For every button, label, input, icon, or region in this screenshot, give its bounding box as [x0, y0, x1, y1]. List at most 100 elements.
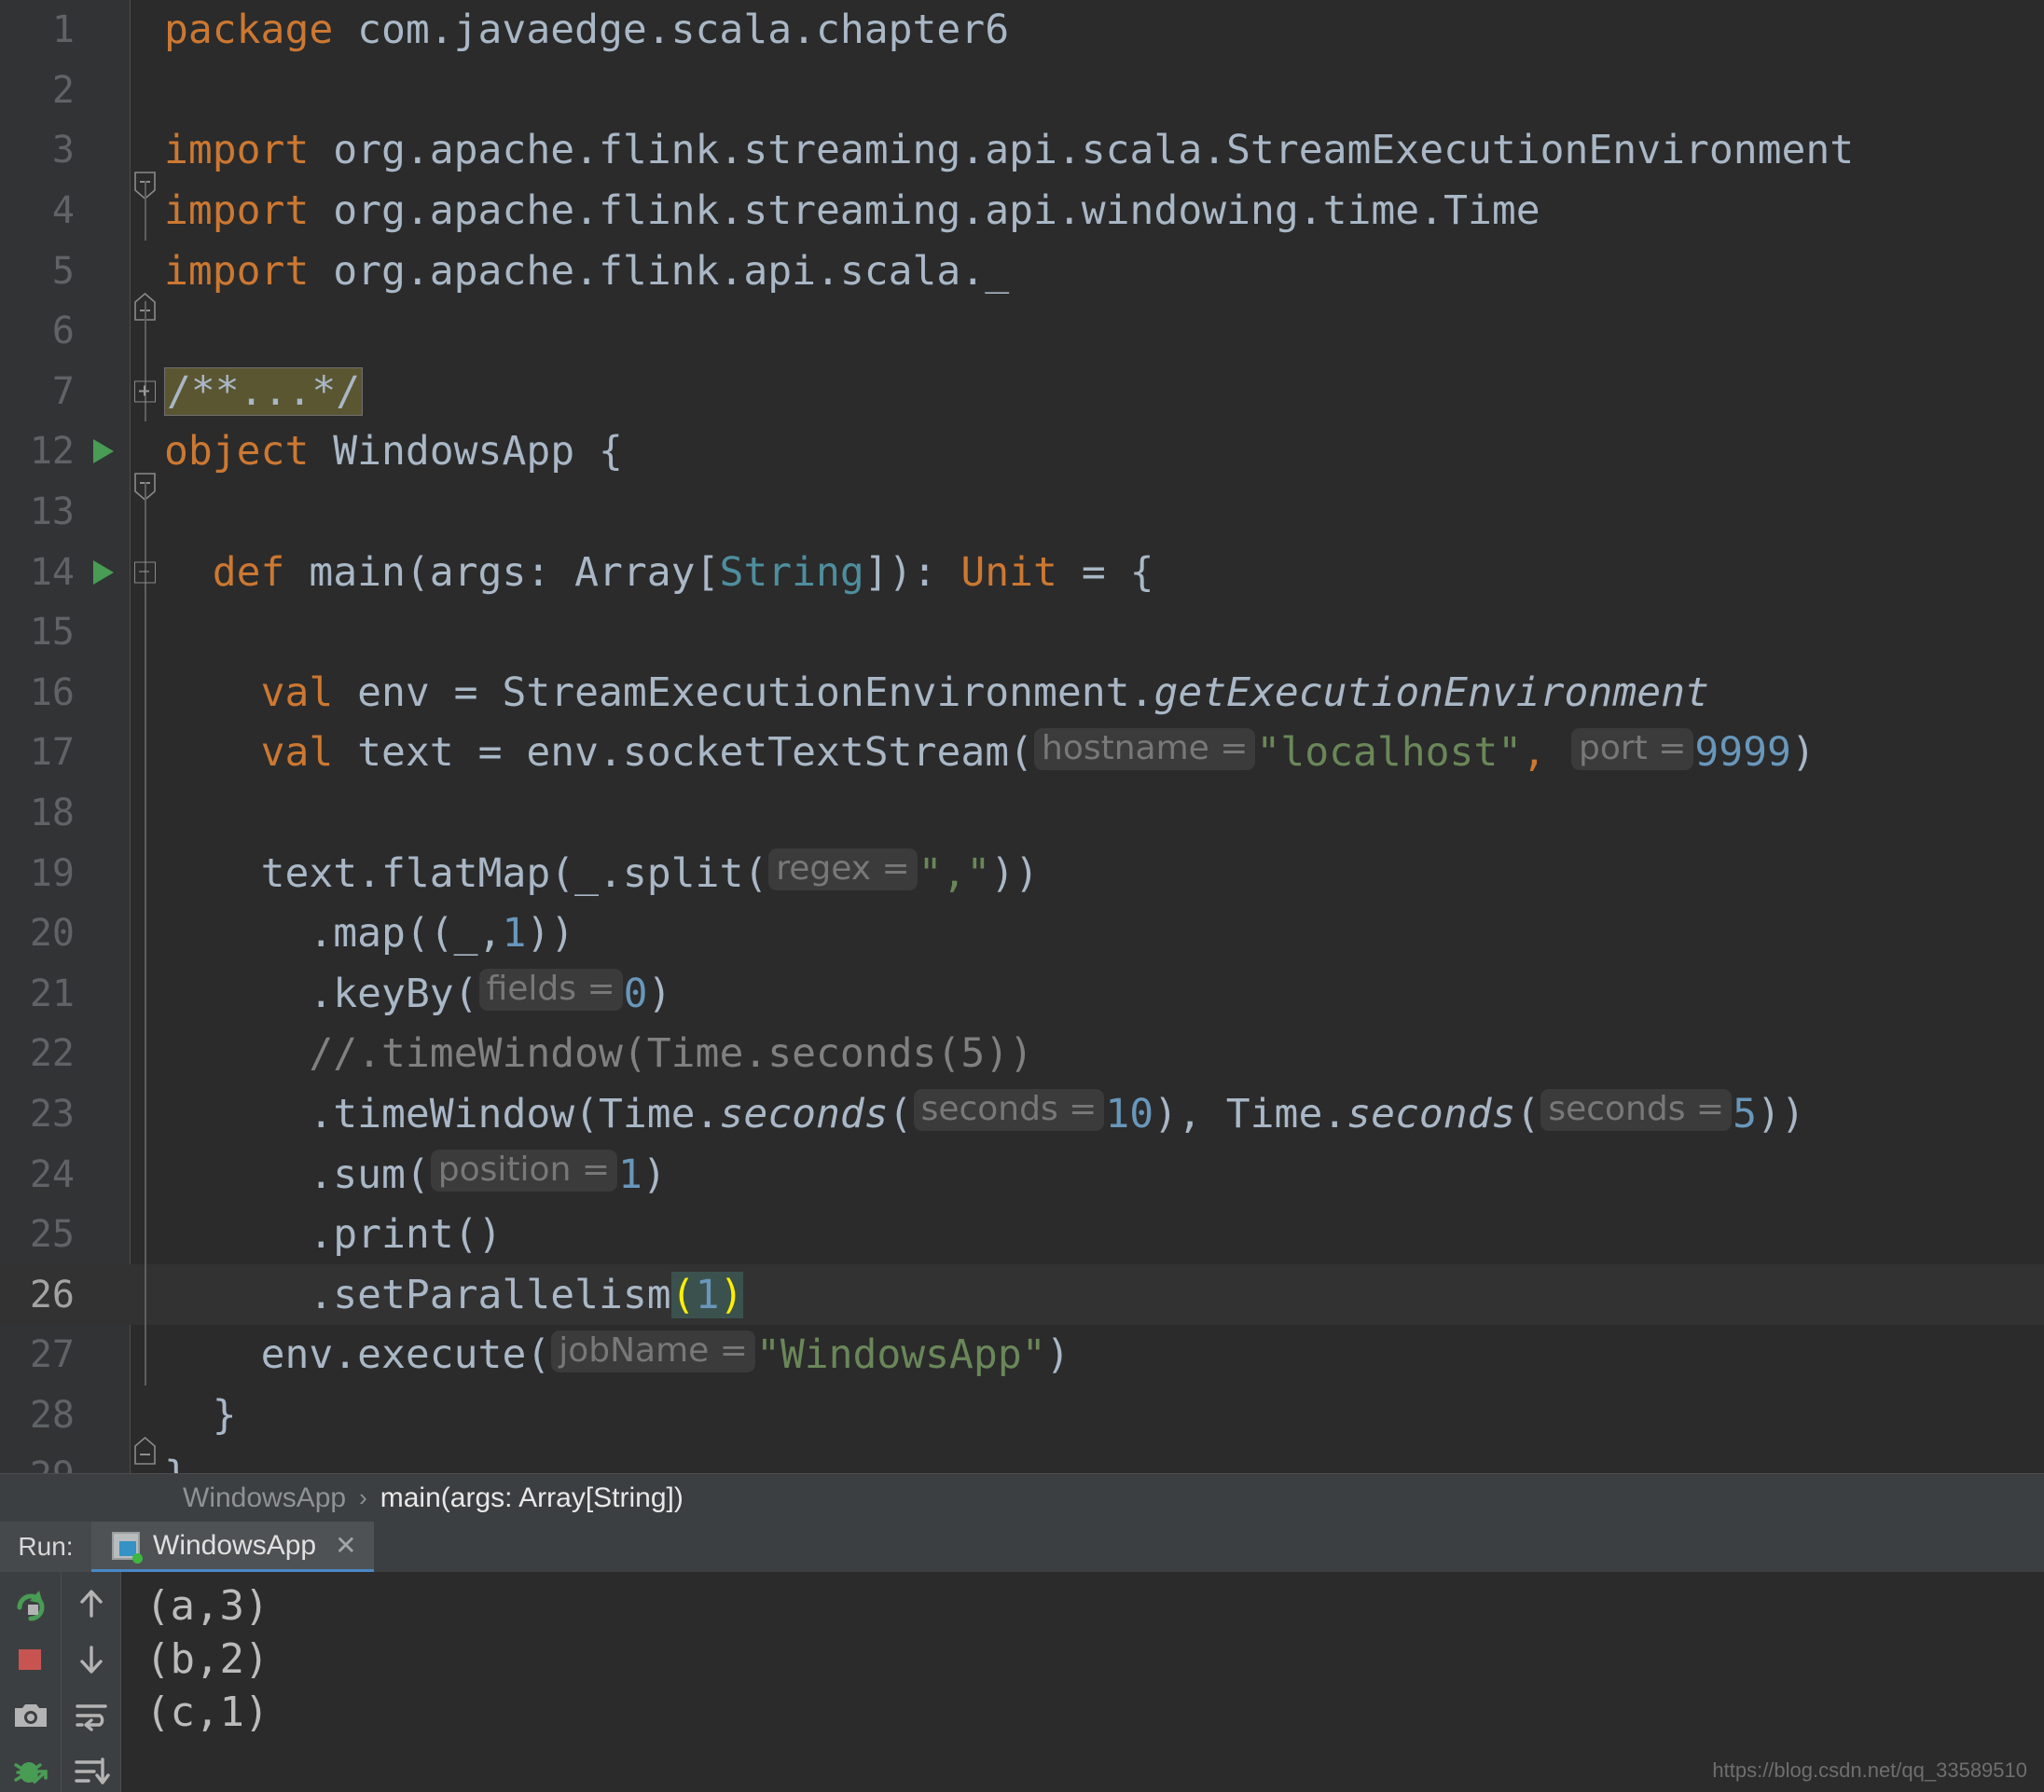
token-text: ) [642, 1151, 667, 1198]
breadcrumb-method[interactable]: main(args: Array[String]) [380, 1482, 684, 1514]
code-line[interactable]: 15 [0, 601, 2044, 663]
fold-column[interactable] [131, 662, 162, 724]
token-brace: } [164, 1453, 188, 1473]
fold-column[interactable] [131, 782, 162, 844]
run-gutter-icon[interactable] [93, 559, 114, 585]
code-text: env.execute(jobName = "WindowsApp") [164, 1325, 1070, 1385]
code-line[interactable]: 2 [0, 61, 2044, 121]
fold-region-end-icon[interactable] [134, 1401, 156, 1465]
code-line[interactable]: 29 } [0, 1445, 2044, 1473]
close-icon[interactable]: ✕ [335, 1530, 356, 1561]
code-line[interactable]: 17 val text = env.socketTextStream(hostn… [0, 723, 2044, 783]
fold-column[interactable] [131, 241, 162, 321]
fold-column[interactable] [131, 1264, 162, 1326]
code-line[interactable]: 19 text.flatMap(_.split(regex = ",")) [0, 843, 2044, 903]
run-configuration-tab[interactable]: WindowsApp ✕ [91, 1522, 374, 1572]
stop-button[interactable] [9, 1639, 52, 1680]
parameter-hint-hostname[interactable]: hostname = [1034, 727, 1256, 770]
parameter-hint-position[interactable]: position = [430, 1150, 617, 1192]
token-text: .keyBy( [309, 970, 478, 1017]
code-line[interactable]: 18 [0, 782, 2044, 844]
run-toolbar-left[interactable] [0, 1572, 61, 1792]
fold-collapse-icon[interactable] [134, 437, 156, 502]
fold-column[interactable] [131, 963, 162, 1025]
fold-column[interactable] [131, 180, 162, 241]
parameter-hint-seconds-2[interactable]: seconds = [1540, 1089, 1733, 1132]
fold-region-end-icon[interactable] [134, 1462, 156, 1473]
fold-region-end-icon[interactable] [134, 257, 156, 321]
line-number: 28 [29, 1393, 75, 1437]
parameter-hint-seconds-1[interactable]: seconds = [913, 1089, 1105, 1132]
fold-column[interactable] [131, 61, 162, 121]
code-line[interactable]: 20 .map((_, 1)) [0, 903, 2044, 964]
parameter-hint-jobname[interactable]: jobName = [551, 1330, 755, 1372]
debug-bug-icon[interactable] [9, 1751, 52, 1792]
parameter-hint-fields[interactable]: fields = [478, 969, 623, 1012]
up-arrow-icon[interactable] [70, 1583, 113, 1624]
fold-column[interactable] [131, 481, 162, 543]
fold-column[interactable] [131, 1144, 162, 1205]
fold-expand-icon[interactable] [134, 380, 156, 403]
run-toolwindow-header[interactable]: Run: WindowsApp ✕ [0, 1522, 2044, 1572]
matching-bracket-close: ) [719, 1271, 744, 1318]
code-line[interactable]: 3 import org.apache.flink.streaming.api.… [0, 120, 2044, 200]
breadcrumb-class[interactable]: WindowsApp [183, 1482, 346, 1514]
fold-column[interactable] [131, 903, 162, 964]
token-text: .map((_, [309, 910, 503, 958]
code-text: .timeWindow(Time. seconds(seconds = 10), T… [164, 1084, 1805, 1145]
fold-column[interactable] [131, 723, 162, 783]
breadcrumb[interactable]: WindowsApp › main(args: Array[String]) [0, 1473, 2044, 1522]
code-line[interactable]: 22 //.timeWindow(Time.seconds(5)) [0, 1024, 2044, 1084]
run-toolwindow[interactable]: (a,3) (b,2) (c,1) https://blog.csdn.net/… [0, 1572, 2044, 1792]
code-editor[interactable]: 1 package com.javaedge.scala.chapter6 2 … [0, 0, 2044, 1473]
fold-column[interactable] [131, 1385, 162, 1465]
parameter-hint-regex[interactable]: regex = [768, 848, 918, 891]
code-line[interactable]: 12 object WindowsApp { [0, 421, 2044, 502]
fold-column[interactable] [131, 0, 162, 61]
fold-column[interactable] [131, 1325, 162, 1385]
line-number: 12 [29, 430, 75, 474]
fold-column[interactable] [131, 120, 162, 200]
code-line[interactable]: 23 .timeWindow(Time. seconds(seconds = 10)… [0, 1083, 2044, 1145]
scroll-to-end-icon[interactable] [70, 1751, 113, 1792]
fold-column[interactable] [131, 1204, 162, 1265]
matching-bracket-open: ( [670, 1271, 696, 1318]
line-number: 19 [29, 851, 75, 895]
fold-column[interactable] [131, 601, 162, 663]
run-gutter-icon[interactable] [93, 439, 114, 464]
fold-column[interactable] [131, 1445, 162, 1473]
console-output[interactable]: (a,3) (b,2) (c,1) https://blog.csdn.net/… [121, 1572, 2044, 1792]
fold-collapse-icon[interactable] [134, 561, 156, 584]
collapsed-comment-placeholder[interactable]: /**...*/ [164, 366, 364, 416]
code-line[interactable]: 14 def main(args: Array[String]): Unit =… [0, 542, 2044, 602]
down-arrow-icon[interactable] [70, 1639, 113, 1680]
fold-column[interactable] [131, 542, 162, 602]
fold-collapse-icon[interactable] [134, 136, 156, 200]
code-line[interactable]: 28 } [0, 1385, 2044, 1465]
fold-column[interactable] [131, 1083, 162, 1145]
fold-column[interactable] [131, 361, 162, 422]
code-line[interactable]: 6 [0, 300, 2044, 362]
fold-column[interactable] [131, 300, 162, 362]
run-toolbar-right[interactable] [61, 1572, 121, 1792]
code-line[interactable]: 21 .keyBy(fields = 0) [0, 963, 2044, 1025]
code-line[interactable]: 4 import org.apache.flink.streaming.api.… [0, 180, 2044, 241]
screenshot-camera-icon[interactable] [9, 1695, 52, 1736]
code-line-current[interactable]: 26 .setParallelism(1) [0, 1264, 2044, 1326]
code-line[interactable]: 5 import org.apache.flink.api.scala._ [0, 241, 2044, 321]
rerun-button[interactable] [9, 1583, 52, 1624]
code-line[interactable]: 27 env.execute(jobName = "WindowsApp") [0, 1325, 2044, 1385]
line-number: 17 [29, 731, 75, 775]
fold-column[interactable] [131, 843, 162, 903]
code-line[interactable]: 25 .print() [0, 1204, 2044, 1265]
fold-column[interactable] [131, 421, 162, 502]
code-line[interactable]: 1 package com.javaedge.scala.chapter6 [0, 0, 2044, 61]
code-line[interactable]: 24 .sum(position = 1) [0, 1144, 2044, 1205]
fold-column[interactable] [131, 1024, 162, 1084]
soft-wrap-icon[interactable] [70, 1695, 113, 1736]
code-line[interactable]: 16 val env = StreamExecutionEnvironment.… [0, 662, 2044, 724]
code-line[interactable]: 13 [0, 481, 2044, 543]
parameter-hint-port[interactable]: port = [1570, 727, 1694, 770]
code-line[interactable]: 7 /**...*/ [0, 361, 2044, 422]
